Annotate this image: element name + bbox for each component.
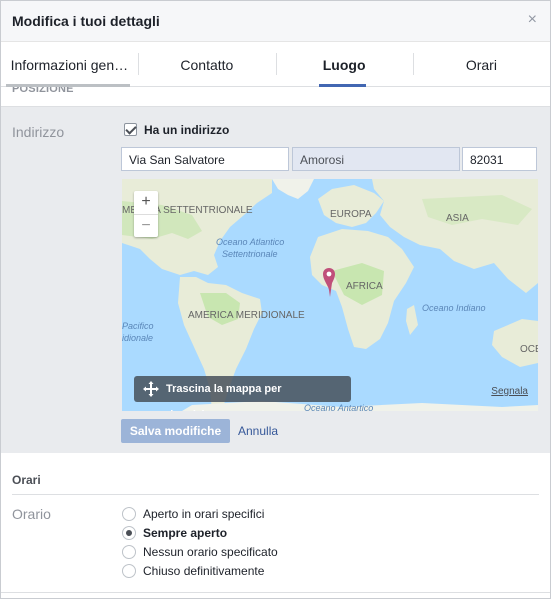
address-label: Indirizzo (12, 124, 65, 140)
dialog-header: Modifica i tuoi dettagli × (1, 1, 550, 42)
position-section-header: POSIZIONE (1, 87, 550, 107)
svg-text:AFRICA: AFRICA (346, 281, 383, 292)
svg-text:EUROPA: EUROPA (330, 209, 372, 220)
location-map[interactable]: MERICA SETTENTRIONALE EUROPA ASIA AFRICA… (122, 179, 538, 411)
position-heading: POSIZIONE (12, 87, 74, 95)
radio-button[interactable] (122, 545, 136, 559)
tab-label: Luogo (322, 57, 366, 73)
tab-label: Orari (465, 57, 497, 73)
radio-label: Chiuso definitivamente (143, 564, 265, 578)
tab-label: Informazioni generali (10, 57, 129, 73)
tab-bar: Informazioni generali Contatto Luogo Ora… (1, 42, 550, 87)
tab-label: Contatto (180, 57, 234, 73)
hours-label: Orario (12, 506, 51, 522)
hours-section-header: Orari (12, 453, 539, 495)
svg-text:Oceano Indiano: Oceano Indiano (422, 303, 486, 313)
hours-heading: Orari (12, 473, 41, 487)
zoom-in-button[interactable]: + (134, 191, 158, 214)
zoom-out-button[interactable]: − (134, 214, 158, 237)
drag-to-reposition-hint: Trascina la mappa per riposizionare (134, 376, 351, 411)
svg-text:ASIA: ASIA (446, 213, 469, 224)
report-map-link[interactable]: Segnala (491, 386, 528, 397)
edit-details-dialog: Modifica i tuoi dettagli × Informazioni … (0, 0, 551, 599)
svg-text:Settentrionale: Settentrionale (222, 249, 278, 259)
svg-text:Pacifico: Pacifico (122, 321, 154, 331)
city-input[interactable]: Amorosi (292, 147, 460, 171)
dialog-title: Modifica i tuoi dettagli (12, 13, 160, 29)
radio-button[interactable] (122, 526, 136, 540)
radio-button[interactable] (122, 507, 136, 521)
tab-contact[interactable]: Contatto (138, 42, 275, 86)
tab-general-info[interactable]: Informazioni generali (1, 42, 138, 87)
tab-location[interactable]: Luogo (275, 42, 413, 87)
svg-text:idionale: idionale (122, 333, 153, 343)
radio-label: Sempre aperto (143, 526, 228, 540)
svg-text:Oceano Antartico: Oceano Antartico (304, 403, 373, 411)
has-address-label[interactable]: Ha un indirizzo (144, 123, 229, 137)
location-panel: Indirizzo Ha un indirizzo Via San Salvat… (1, 107, 550, 453)
street-input[interactable]: Via San Salvatore (121, 147, 289, 171)
divider (1, 592, 550, 593)
save-changes-button[interactable]: Salva modifiche (121, 419, 230, 443)
radio-label: Aperto in orari specifici (143, 507, 265, 521)
zip-input[interactable]: 82031 (462, 147, 537, 171)
move-arrows-icon (143, 381, 159, 397)
radio-button[interactable] (122, 564, 136, 578)
svg-text:Oceano Atlantico: Oceano Atlantico (216, 237, 284, 247)
svg-text:AMERICA MERIDIONALE: AMERICA MERIDIONALE (188, 310, 305, 321)
radio-label: Nessun orario specificato (143, 545, 278, 559)
svg-text:OCE: OCE (520, 344, 538, 355)
tab-hours[interactable]: Orari (412, 42, 550, 86)
cancel-link[interactable]: Annulla (238, 424, 278, 438)
map-zoom-controls: + − (134, 191, 158, 237)
close-icon[interactable]: × (528, 12, 537, 28)
has-address-checkbox[interactable] (124, 123, 137, 136)
